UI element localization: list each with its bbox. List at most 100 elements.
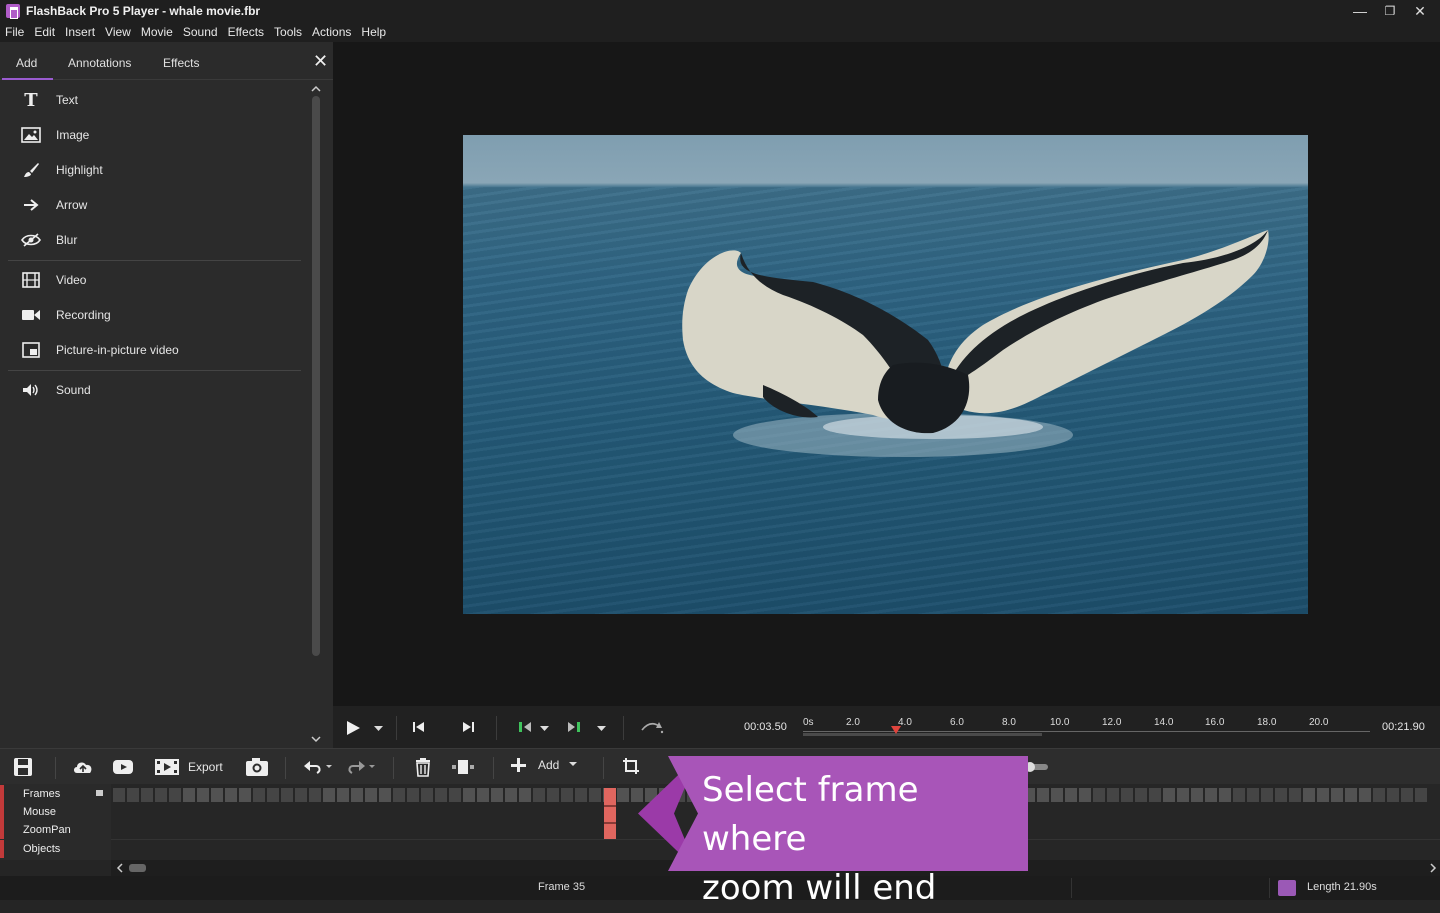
frame-cell[interactable]: [421, 788, 433, 802]
tab-annotations[interactable]: Annotations: [68, 56, 131, 70]
add-arrow-item[interactable]: Arrow: [0, 190, 300, 220]
frame-cell[interactable]: [309, 788, 321, 802]
frame-cell[interactable]: [1051, 788, 1063, 802]
add-pip-item[interactable]: Picture-in-picture video: [0, 335, 300, 365]
track-frames[interactable]: Frames: [0, 785, 111, 803]
upload-cloud-icon[interactable]: [72, 757, 94, 777]
panel-scrollbar[interactable]: [309, 84, 323, 748]
scroll-left-icon[interactable]: [115, 860, 125, 876]
loop-icon[interactable]: [640, 720, 664, 734]
snapshot-camera-icon[interactable]: [245, 757, 269, 777]
panel-close-icon[interactable]: ✕: [313, 52, 328, 70]
restore-button[interactable]: ❐: [1375, 0, 1405, 22]
frame-cell[interactable]: [1205, 788, 1217, 802]
undo-icon[interactable]: [303, 757, 333, 777]
add-menu-button[interactable]: Add: [510, 757, 579, 773]
frame-cell[interactable]: [141, 788, 153, 802]
frame-cell[interactable]: [1065, 788, 1077, 802]
frame-cell[interactable]: [211, 788, 223, 802]
frame-cell[interactable]: [1261, 788, 1273, 802]
scroll-down-icon[interactable]: [309, 734, 323, 744]
frame-cell[interactable]: [491, 788, 503, 802]
frame-cell[interactable]: [449, 788, 461, 802]
frame-cell[interactable]: [1359, 788, 1371, 802]
frame-cell[interactable]: [477, 788, 489, 802]
frame-cell[interactable]: [337, 788, 349, 802]
frame-cell[interactable]: [1275, 788, 1287, 802]
frame-cell[interactable]: [1303, 788, 1315, 802]
frame-cell[interactable]: [365, 788, 377, 802]
frame-cell[interactable]: [1135, 788, 1147, 802]
frame-cell[interactable]: [1387, 788, 1399, 802]
frame-cell[interactable]: [533, 788, 545, 802]
frame-cell[interactable]: [589, 788, 601, 802]
frame-cell[interactable]: [1247, 788, 1259, 802]
menu-view[interactable]: View: [100, 22, 136, 42]
track-mouse[interactable]: Mouse: [0, 803, 111, 821]
menu-file[interactable]: File: [0, 22, 29, 42]
frame-cell[interactable]: [197, 788, 209, 802]
frame-cell[interactable]: [323, 788, 335, 802]
menu-actions[interactable]: Actions: [307, 22, 356, 42]
frame-cell[interactable]: [1037, 788, 1049, 802]
frame-cell[interactable]: [253, 788, 265, 802]
lock-icon[interactable]: [96, 790, 103, 796]
frame-cell[interactable]: [1149, 788, 1161, 802]
frame-cell[interactable]: [113, 788, 125, 802]
frame-cell[interactable]: [1317, 788, 1329, 802]
menu-tools[interactable]: Tools: [269, 22, 307, 42]
play-icon[interactable]: [345, 720, 361, 736]
start-marker-dropdown-icon[interactable]: [540, 726, 549, 732]
frame-cell[interactable]: [169, 788, 181, 802]
minimize-button[interactable]: —: [1345, 0, 1375, 22]
set-end-marker-icon[interactable]: [567, 721, 581, 733]
frame-cell[interactable]: [1093, 788, 1105, 802]
frame-cell[interactable]: [155, 788, 167, 802]
add-text-item[interactable]: T Text: [0, 85, 300, 115]
tab-add[interactable]: Add: [16, 56, 37, 70]
frame-cell[interactable]: [239, 788, 251, 802]
frame-cell[interactable]: [1345, 788, 1357, 802]
export-button[interactable]: Export: [154, 757, 223, 777]
frame-cell[interactable]: [267, 788, 279, 802]
add-recording-item[interactable]: Recording: [0, 300, 300, 330]
track-objects[interactable]: Objects: [0, 840, 111, 858]
set-start-marker-icon[interactable]: [518, 721, 532, 733]
frame-cell[interactable]: [1373, 788, 1385, 802]
play-dropdown-icon[interactable]: [374, 726, 383, 732]
track-zoompan[interactable]: ZoomPan: [0, 821, 111, 839]
frame-cell[interactable]: [393, 788, 405, 802]
menu-sound[interactable]: Sound: [178, 22, 223, 42]
menu-help[interactable]: Help: [356, 22, 391, 42]
frame-cell[interactable]: [1233, 788, 1245, 802]
close-button[interactable]: ✕: [1405, 0, 1435, 22]
delete-trash-icon[interactable]: [414, 757, 432, 777]
add-blur-item[interactable]: Blur: [0, 225, 300, 255]
frame-cell[interactable]: [547, 788, 559, 802]
timeline-ruler[interactable]: [803, 731, 1370, 732]
add-image-item[interactable]: Image: [0, 120, 300, 150]
go-to-end-icon[interactable]: [461, 721, 475, 733]
frame-cell[interactable]: [1415, 788, 1427, 802]
add-sound-item[interactable]: Sound: [0, 375, 300, 405]
frame-cell[interactable]: [127, 788, 139, 802]
frame-cell[interactable]: [1191, 788, 1203, 802]
scroll-right-icon[interactable]: [1428, 860, 1438, 876]
frame-cell[interactable]: [379, 788, 391, 802]
frame-cell[interactable]: [435, 788, 447, 802]
menu-edit[interactable]: Edit: [29, 22, 60, 42]
frame-cell[interactable]: [561, 788, 573, 802]
selected-frame[interactable]: [604, 788, 616, 839]
frame-cell[interactable]: [407, 788, 419, 802]
end-marker-dropdown-icon[interactable]: [597, 726, 606, 732]
frame-cell[interactable]: [1163, 788, 1175, 802]
add-highlight-item[interactable]: Highlight: [0, 155, 300, 185]
tab-effects[interactable]: Effects: [163, 56, 199, 70]
frame-cell[interactable]: [351, 788, 363, 802]
frame-cell[interactable]: [1107, 788, 1119, 802]
go-to-start-icon[interactable]: [412, 721, 426, 733]
frame-cell[interactable]: [463, 788, 475, 802]
frame-cell[interactable]: [1177, 788, 1189, 802]
frame-cell[interactable]: [225, 788, 237, 802]
frame-cell[interactable]: [295, 788, 307, 802]
